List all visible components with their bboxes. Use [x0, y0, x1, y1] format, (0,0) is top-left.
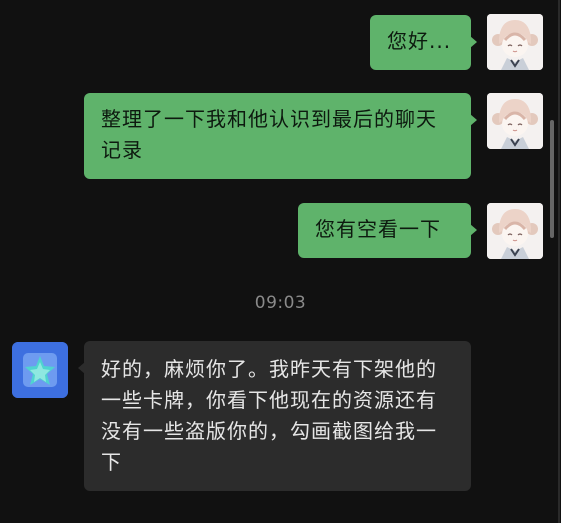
outgoing-message-bubble[interactable]: 您好...: [370, 15, 477, 70]
service-avatar[interactable]: [12, 342, 68, 398]
bubble-tail: [470, 36, 477, 48]
user-avatar[interactable]: [487, 203, 543, 259]
bubble-tail: [470, 224, 477, 236]
message-timestamp: 09:03: [254, 293, 307, 313]
chat-window: 您好... 整理了一下我和他认识到最后的聊天记录 您有空看一下 09:03 好的…: [0, 0, 561, 523]
message-text: 好的，麻烦你了。我昨天有下架他的一些卡牌，你看下他现在的资源还有没有一些盗版你的…: [101, 357, 437, 474]
user-avatar[interactable]: [487, 93, 543, 149]
window-edge: [558, 0, 560, 523]
anime-girl-avatar-icon: [487, 203, 543, 259]
star-app-icon: [12, 342, 68, 398]
anime-girl-avatar-icon: [487, 14, 543, 70]
outgoing-message-bubble[interactable]: 整理了一下我和他认识到最后的聊天记录: [84, 93, 477, 179]
incoming-message-bubble[interactable]: 好的，麻烦你了。我昨天有下架他的一些卡牌，你看下他现在的资源还有没有一些盗版你的…: [78, 341, 471, 491]
outgoing-message-bubble[interactable]: 您有空看一下: [298, 203, 477, 258]
message-text: 您好...: [387, 29, 452, 53]
bubble-tail: [470, 114, 477, 126]
message-text: 整理了一下我和他认识到最后的聊天记录: [101, 107, 437, 162]
message-text: 您有空看一下: [315, 217, 441, 241]
user-avatar[interactable]: [487, 14, 543, 70]
scrollbar-thumb[interactable]: [550, 120, 554, 238]
anime-girl-avatar-icon: [487, 93, 543, 149]
bubble-tail: [78, 362, 85, 374]
